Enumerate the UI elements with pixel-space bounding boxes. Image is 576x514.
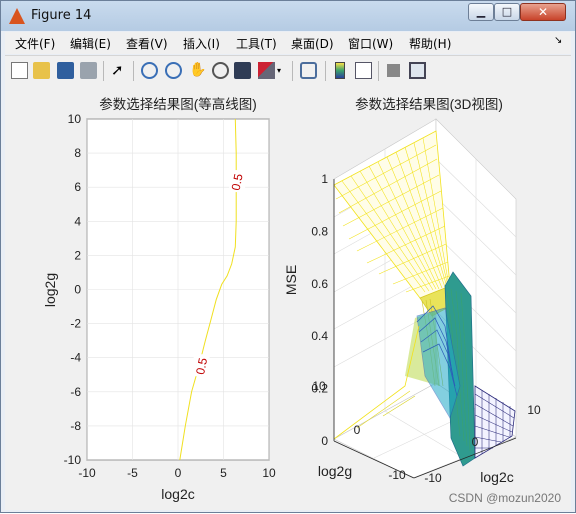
y-tick-label: 10: [68, 112, 82, 126]
x-tick-label: 5: [220, 466, 227, 480]
z-tick-label: 0.6: [311, 277, 328, 291]
y-tick-label: -10: [64, 453, 82, 467]
toolbar-separator: [378, 61, 379, 81]
y-tick-label: 4: [74, 214, 81, 228]
y3d-tick-label: 10: [312, 379, 326, 393]
y-tick-label: -4: [70, 351, 81, 365]
surface-axes[interactable]: 参数选择结果图(3D视图) 00.20.40.60.81100-10 -1001…: [283, 96, 541, 485]
y3d-tick-label: 0: [354, 423, 361, 437]
surface-zlabel: MSE: [283, 265, 299, 295]
x-tick-label: 10: [262, 466, 276, 480]
menu-insert[interactable]: 插入(I): [183, 35, 220, 52]
contour-ylabel: log2g: [42, 273, 58, 307]
maximize-icon: □: [501, 5, 513, 18]
maximize-button[interactable]: □: [494, 3, 520, 21]
menu-bar: 文件(F) 编辑(E) 查看(V) 插入(I) 工具(T) 桌面(D) 窗口(W…: [5, 32, 571, 54]
menu-edit[interactable]: 编辑(E): [70, 35, 111, 52]
x3d-tick-label: -10: [424, 471, 442, 485]
figure-svg: -10 -5 0 5 101086420-2-4-6-8-10 0.50.5 参数选择结…: [42, 96, 562, 505]
minimize-button[interactable]: ▁: [468, 3, 494, 21]
new-figure-icon[interactable]: [11, 62, 28, 79]
menu-desktop[interactable]: 桌面(D): [291, 35, 334, 52]
x-tick-label: -10: [78, 466, 96, 480]
menu-help[interactable]: 帮助(H): [409, 35, 451, 52]
brush-icon[interactable]: [258, 62, 275, 79]
close-icon: ✕: [537, 5, 549, 19]
toolbar: ➚ ✋ ▾: [5, 55, 571, 86]
toolbar-separator: [133, 61, 134, 81]
print-icon[interactable]: [80, 62, 97, 79]
y-tick-label: 8: [74, 146, 81, 160]
y-tick-label: -8: [70, 419, 81, 433]
x-tick-label: 0: [175, 466, 182, 480]
contour-xlabel: log2c: [161, 486, 194, 502]
y3d-tick-label: -10: [388, 468, 406, 482]
rotate-3d-icon[interactable]: [212, 62, 229, 79]
surface-xlabel: log2c: [480, 469, 513, 485]
data-cursor-icon[interactable]: [234, 62, 251, 79]
contour-title: 参数选择结果图(等高线图): [99, 96, 257, 112]
y-tick-label: -2: [70, 317, 81, 331]
z-tick-label: 0.4: [311, 329, 328, 343]
pointer-icon[interactable]: ➚: [111, 62, 128, 79]
surface-title: 参数选择结果图(3D视图): [355, 96, 503, 112]
z-tick-label: 0: [321, 434, 328, 448]
colorbar-icon[interactable]: [335, 62, 345, 79]
y-tick-label: 0: [74, 283, 81, 297]
surface-ylabel: log2g: [318, 463, 352, 479]
menu-tools[interactable]: 工具(T): [236, 35, 277, 52]
link-plot-icon[interactable]: [300, 62, 317, 79]
zoom-in-icon[interactable]: [141, 62, 158, 79]
y-tick-label: 2: [74, 248, 81, 262]
dock-arrow-icon[interactable]: ↘: [554, 35, 562, 46]
matlab-icon: [9, 8, 25, 24]
toolbar-separator: [325, 61, 326, 81]
chevron-down-icon[interactable]: ▾: [277, 62, 285, 79]
close-button[interactable]: ✕: [520, 3, 566, 21]
x-tick-label: -5: [127, 466, 138, 480]
figure-window: Figure 14 ▁ □ ✕ 文件(F) 编辑(E) 查看(V) 插入(I) …: [0, 0, 576, 513]
hide-plot-tools-icon[interactable]: [387, 64, 400, 77]
menu-window[interactable]: 窗口(W): [348, 35, 393, 52]
menu-file[interactable]: 文件(F): [15, 35, 55, 52]
pan-icon[interactable]: ✋: [189, 62, 206, 79]
save-icon[interactable]: [57, 62, 74, 79]
z-tick-label: 1: [321, 172, 328, 186]
watermark: CSDN @mozun2020: [449, 491, 562, 505]
figure-canvas: -10 -5 0 5 10 10 8 6 4 2 0 -2 -4 -6 -8 -10 0.5 0.5 参数选择结…: [5, 86, 571, 510]
y-tick-label: -6: [70, 385, 81, 399]
toolbar-separator: [103, 61, 104, 81]
menu-view[interactable]: 查看(V): [126, 35, 168, 52]
contour-axes[interactable]: -10 -5 0 5 101086420-2-4-6-8-10 0.50.5 参数选择结…: [42, 96, 276, 502]
legend-icon[interactable]: [355, 62, 372, 79]
x3d-tick-label: 0: [472, 435, 479, 449]
open-file-icon[interactable]: [33, 62, 50, 79]
z-tick-label: 0.8: [311, 224, 328, 238]
y-tick-label: 6: [74, 180, 81, 194]
zoom-out-icon[interactable]: [165, 62, 182, 79]
show-plot-tools-icon[interactable]: [409, 62, 426, 79]
window-title: Figure 14: [31, 8, 92, 23]
minimize-icon: ▁: [476, 5, 486, 18]
toolbar-separator: [292, 61, 293, 81]
title-bar[interactable]: Figure 14 ▁ □ ✕: [1, 1, 575, 31]
x3d-tick-label: 10: [527, 403, 541, 417]
